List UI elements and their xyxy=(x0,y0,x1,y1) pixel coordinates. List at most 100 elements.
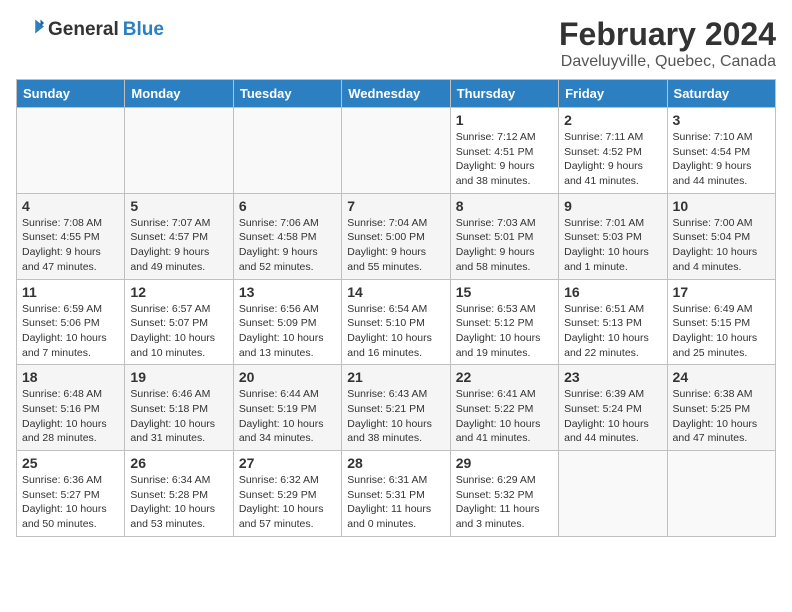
calendar-cell: 17Sunrise: 6:49 AM Sunset: 5:15 PM Dayli… xyxy=(667,279,775,365)
cell-content: Sunrise: 6:53 AM Sunset: 5:12 PM Dayligh… xyxy=(456,302,553,361)
cell-content: Sunrise: 7:12 AM Sunset: 4:51 PM Dayligh… xyxy=(456,130,553,189)
day-number: 18 xyxy=(22,369,119,385)
weekday-header: Monday xyxy=(125,80,233,108)
logo-general: General xyxy=(48,19,119,41)
cell-content: Sunrise: 6:59 AM Sunset: 5:06 PM Dayligh… xyxy=(22,302,119,361)
cell-content: Sunrise: 6:34 AM Sunset: 5:28 PM Dayligh… xyxy=(130,473,227,532)
day-number: 14 xyxy=(347,284,444,300)
cell-content: Sunrise: 6:41 AM Sunset: 5:22 PM Dayligh… xyxy=(456,387,553,446)
day-number: 2 xyxy=(564,112,661,128)
calendar-title: February 2024 xyxy=(559,16,776,53)
calendar-cell: 5 Sunrise: 7:07 AM Sunset: 4:57 PM Daylig… xyxy=(125,193,233,279)
calendar-cell: 26 Sunrise: 6:34 AM Sunset: 5:28 PM Dayli… xyxy=(125,451,233,537)
calendar-cell xyxy=(342,108,450,194)
day-number: 15 xyxy=(456,284,553,300)
cell-content: Sunrise: 7:11 AM Sunset: 4:52 PM Dayligh… xyxy=(564,130,661,189)
calendar-cell xyxy=(233,108,341,194)
calendar-cell: 28 Sunrise: 6:31 AM Sunset: 5:31 PM Dayli… xyxy=(342,451,450,537)
calendar-cell: 13 Sunrise: 6:56 AM Sunset: 5:09 PM Dayli… xyxy=(233,279,341,365)
calendar-cell xyxy=(17,108,125,194)
calendar-week-row: 18 Sunrise: 6:48 AM Sunset: 5:16 PM Dayli… xyxy=(17,365,776,451)
calendar-week-row: 4 Sunrise: 7:08 AM Sunset: 4:55 PM Daylig… xyxy=(17,193,776,279)
weekday-header: Saturday xyxy=(667,80,775,108)
cell-content: Sunrise: 6:38 AM Sunset: 5:25 PM Dayligh… xyxy=(673,387,770,446)
calendar-cell: 12 Sunrise: 6:57 AM Sunset: 5:07 PM Dayli… xyxy=(125,279,233,365)
weekday-header: Tuesday xyxy=(233,80,341,108)
day-number: 7 xyxy=(347,198,444,214)
calendar-week-row: 11 Sunrise: 6:59 AM Sunset: 5:06 PM Dayli… xyxy=(17,279,776,365)
calendar-cell: 2 Sunrise: 7:11 AM Sunset: 4:52 PM Daylig… xyxy=(559,108,667,194)
day-number: 23 xyxy=(564,369,661,385)
cell-content: Sunrise: 6:36 AM Sunset: 5:27 PM Dayligh… xyxy=(22,473,119,532)
logo: General Blue xyxy=(16,16,164,44)
title-area: February 2024 Daveluyville, Quebec, Cana… xyxy=(559,16,776,71)
day-number: 22 xyxy=(456,369,553,385)
calendar-cell: 29 Sunrise: 6:29 AM Sunset: 5:32 PM Dayli… xyxy=(450,451,558,537)
cell-content: Sunrise: 7:08 AM Sunset: 4:55 PM Dayligh… xyxy=(22,216,119,275)
cell-content: Sunrise: 6:54 AM Sunset: 5:10 PM Dayligh… xyxy=(347,302,444,361)
day-number: 8 xyxy=(456,198,553,214)
day-number: 4 xyxy=(22,198,119,214)
day-number: 13 xyxy=(239,284,336,300)
logo-blue: Blue xyxy=(123,19,164,41)
calendar-cell xyxy=(559,451,667,537)
cell-content: Sunrise: 6:39 AM Sunset: 5:24 PM Dayligh… xyxy=(564,387,661,446)
calendar-cell: 1 Sunrise: 7:12 AM Sunset: 4:51 PM Daylig… xyxy=(450,108,558,194)
calendar-cell: 20Sunrise: 6:44 AM Sunset: 5:19 PM Dayli… xyxy=(233,365,341,451)
calendar-cell: 4 Sunrise: 7:08 AM Sunset: 4:55 PM Daylig… xyxy=(17,193,125,279)
calendar-cell: 24 Sunrise: 6:38 AM Sunset: 5:25 PM Dayli… xyxy=(667,365,775,451)
day-number: 11 xyxy=(22,284,119,300)
logo-icon xyxy=(16,16,44,44)
weekday-header: Thursday xyxy=(450,80,558,108)
calendar-cell: 3Sunrise: 7:10 AM Sunset: 4:54 PM Daylig… xyxy=(667,108,775,194)
calendar-week-row: 1 Sunrise: 7:12 AM Sunset: 4:51 PM Daylig… xyxy=(17,108,776,194)
day-number: 10 xyxy=(673,198,770,214)
cell-content: Sunrise: 7:04 AM Sunset: 5:00 PM Dayligh… xyxy=(347,216,444,275)
calendar-cell: 22 Sunrise: 6:41 AM Sunset: 5:22 PM Dayli… xyxy=(450,365,558,451)
cell-content: Sunrise: 7:01 AM Sunset: 5:03 PM Dayligh… xyxy=(564,216,661,275)
calendar-week-row: 25 Sunrise: 6:36 AM Sunset: 5:27 PM Dayli… xyxy=(17,451,776,537)
day-number: 29 xyxy=(456,455,553,471)
day-number: 6 xyxy=(239,198,336,214)
cell-content: Sunrise: 7:03 AM Sunset: 5:01 PM Dayligh… xyxy=(456,216,553,275)
calendar-cell xyxy=(125,108,233,194)
calendar-cell: 15 Sunrise: 6:53 AM Sunset: 5:12 PM Dayli… xyxy=(450,279,558,365)
day-number: 12 xyxy=(130,284,227,300)
cell-content: Sunrise: 6:56 AM Sunset: 5:09 PM Dayligh… xyxy=(239,302,336,361)
calendar-cell: 25 Sunrise: 6:36 AM Sunset: 5:27 PM Dayli… xyxy=(17,451,125,537)
calendar-cell: 6 Sunrise: 7:06 AM Sunset: 4:58 PM Daylig… xyxy=(233,193,341,279)
calendar-cell: 21 Sunrise: 6:43 AM Sunset: 5:21 PM Dayli… xyxy=(342,365,450,451)
cell-content: Sunrise: 6:57 AM Sunset: 5:07 PM Dayligh… xyxy=(130,302,227,361)
cell-content: Sunrise: 6:48 AM Sunset: 5:16 PM Dayligh… xyxy=(22,387,119,446)
cell-content: Sunrise: 7:06 AM Sunset: 4:58 PM Dayligh… xyxy=(239,216,336,275)
calendar-cell: 14 Sunrise: 6:54 AM Sunset: 5:10 PM Dayli… xyxy=(342,279,450,365)
calendar-cell: 16Sunrise: 6:51 AM Sunset: 5:13 PM Dayli… xyxy=(559,279,667,365)
calendar-subtitle: Daveluyville, Quebec, Canada xyxy=(559,53,776,71)
day-number: 27 xyxy=(239,455,336,471)
cell-content: Sunrise: 6:51 AM Sunset: 5:13 PM Dayligh… xyxy=(564,302,661,361)
calendar-cell xyxy=(667,451,775,537)
day-number: 28 xyxy=(347,455,444,471)
weekday-header: Friday xyxy=(559,80,667,108)
cell-content: Sunrise: 7:07 AM Sunset: 4:57 PM Dayligh… xyxy=(130,216,227,275)
day-number: 25 xyxy=(22,455,119,471)
cell-content: Sunrise: 7:00 AM Sunset: 5:04 PM Dayligh… xyxy=(673,216,770,275)
cell-content: Sunrise: 6:43 AM Sunset: 5:21 PM Dayligh… xyxy=(347,387,444,446)
day-number: 21 xyxy=(347,369,444,385)
calendar-cell: 7 Sunrise: 7:04 AM Sunset: 5:00 PM Daylig… xyxy=(342,193,450,279)
day-number: 24 xyxy=(673,369,770,385)
calendar-cell: 23 Sunrise: 6:39 AM Sunset: 5:24 PM Dayli… xyxy=(559,365,667,451)
day-number: 1 xyxy=(456,112,553,128)
calendar-cell: 9Sunrise: 7:01 AM Sunset: 5:03 PM Daylig… xyxy=(559,193,667,279)
weekday-header: Wednesday xyxy=(342,80,450,108)
cell-content: Sunrise: 6:31 AM Sunset: 5:31 PM Dayligh… xyxy=(347,473,444,532)
weekday-header-row: SundayMondayTuesdayWednesdayThursdayFrid… xyxy=(17,80,776,108)
cell-content: Sunrise: 6:29 AM Sunset: 5:32 PM Dayligh… xyxy=(456,473,553,532)
day-number: 26 xyxy=(130,455,227,471)
calendar-cell: 10 Sunrise: 7:00 AM Sunset: 5:04 PM Dayli… xyxy=(667,193,775,279)
calendar-cell: 27Sunrise: 6:32 AM Sunset: 5:29 PM Dayli… xyxy=(233,451,341,537)
calendar-cell: 19Sunrise: 6:46 AM Sunset: 5:18 PM Dayli… xyxy=(125,365,233,451)
calendar-table: SundayMondayTuesdayWednesdayThursdayFrid… xyxy=(16,79,776,537)
calendar-cell: 18 Sunrise: 6:48 AM Sunset: 5:16 PM Dayli… xyxy=(17,365,125,451)
day-number: 5 xyxy=(130,198,227,214)
